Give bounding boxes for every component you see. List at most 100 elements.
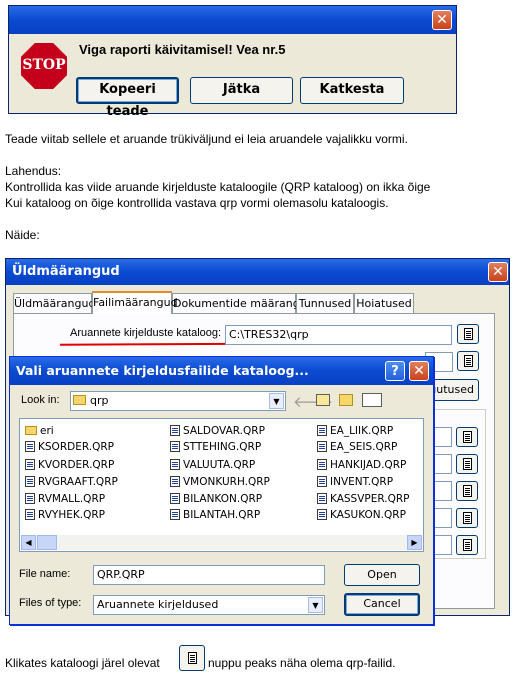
solution-line-1: Kontrollida kas viide aruande kirjeldust…: [5, 180, 431, 194]
continue-button[interactable]: Jätka: [190, 77, 293, 104]
browse-icon: [464, 328, 473, 340]
list-item[interactable]: BILANKON.QRP: [170, 492, 262, 506]
file-icon: [170, 441, 180, 452]
file-icon: [170, 476, 180, 487]
browse-icon: [464, 355, 473, 367]
file-list: eri KSORDER.QRP KVORDER.QRP RVGRAAFT.QRP…: [19, 418, 424, 552]
copy-message-button[interactable]: Kopeeri teade: [76, 77, 179, 119]
file-name: RVGRAAFT.QRP: [38, 476, 118, 488]
error-dialog-titlebar: [9, 6, 456, 34]
views-menu-icon[interactable]: [362, 393, 382, 407]
file-icon: [317, 493, 327, 504]
browse-icon: [463, 485, 472, 497]
tab-warnings[interactable]: Hoiatused: [354, 293, 414, 313]
chevron-down-icon[interactable]: ▼: [269, 393, 284, 409]
list-item[interactable]: EA_LIIK.QRP: [317, 424, 393, 438]
list-item[interactable]: RVMALL.QRP: [25, 492, 105, 506]
list-item[interactable]: KVORDER.QRP: [25, 458, 114, 472]
help-button[interactable]: ?: [385, 361, 405, 381]
error-message: Viga raporti käivitamisel! Vea nr.5: [79, 42, 286, 57]
file-icon: [317, 476, 327, 487]
browse-button-5[interactable]: [456, 481, 478, 501]
list-item[interactable]: HANKIJAD.QRP: [317, 458, 406, 472]
file-name: STTEHING.QRP: [183, 441, 262, 453]
list-item[interactable]: STTEHING.QRP: [170, 440, 261, 454]
list-item[interactable]: eri: [25, 424, 54, 438]
filetype-select[interactable]: Aruannete kirjeldused: [93, 595, 325, 615]
stop-sign-icon: STOP: [21, 43, 67, 89]
qrp-directory-field[interactable]: C:\TRES32\qrp: [225, 325, 452, 345]
tab-attributes[interactable]: Tunnused: [296, 293, 354, 313]
file-name: EA_LIIK.QRP: [330, 425, 394, 437]
file-icon: [317, 509, 327, 520]
browse-button-2[interactable]: [457, 351, 479, 371]
tab-file-settings[interactable]: Failimäärangud: [92, 291, 178, 314]
file-icon: [170, 509, 180, 520]
scroll-thumb[interactable]: [37, 535, 57, 550]
file-name: BILANKON.QRP: [183, 493, 263, 505]
example-heading: Näide:: [5, 228, 40, 242]
qrp-directory-label: Aruannete kirjelduste kataloog:: [70, 327, 222, 339]
browse-icon: [463, 539, 472, 551]
folder-icon: [73, 395, 86, 405]
solution-line-2: Kui kataloog on õige kontrollida vastava…: [5, 196, 389, 210]
error-dialog: ✕ STOP Viga raporti käivitamisel! Vea nr…: [8, 5, 457, 119]
file-icon: [170, 425, 180, 436]
browse-button-7[interactable]: [456, 535, 478, 555]
list-item[interactable]: KASSVPER.QRP: [317, 492, 410, 506]
scroll-right-button[interactable]: ▶: [407, 535, 422, 550]
list-item[interactable]: SALDOVAR.QRP: [170, 424, 265, 438]
horizontal-scrollbar[interactable]: ◀ ▶: [21, 535, 422, 550]
browse-button-6[interactable]: [456, 508, 478, 528]
list-item[interactable]: RVGRAAFT.QRP: [25, 475, 118, 489]
tab-general[interactable]: Üldmäärangud: [13, 293, 95, 313]
list-item[interactable]: BILANTAH.QRP: [170, 508, 260, 522]
file-name: INVENT.QRP: [330, 476, 394, 488]
solution-heading: Lahendus:: [5, 164, 62, 178]
list-item[interactable]: INVENT.QRP: [317, 475, 393, 489]
list-item[interactable]: KASUKON.QRP: [317, 508, 406, 522]
list-item[interactable]: RVYHEK.QRP: [25, 508, 105, 522]
footer-text-before: Klikates kataloogi järel olevat: [5, 656, 160, 670]
file-name: SALDOVAR.QRP: [183, 425, 265, 437]
file-name: KASUKON.QRP: [330, 509, 406, 521]
scroll-left-button[interactable]: ◀: [21, 535, 36, 550]
file-icon: [25, 509, 35, 520]
partial-button[interactable]: gutused: [427, 379, 479, 401]
up-folder-icon[interactable]: [316, 394, 330, 406]
file-icon: [170, 459, 180, 470]
settings-close-button[interactable]: ✕: [488, 262, 508, 282]
file-icon: [25, 476, 35, 487]
file-icon: [25, 459, 35, 470]
browse-icon: [188, 652, 197, 664]
browse-icon: [463, 512, 472, 524]
file-icon: [170, 493, 180, 504]
filename-input[interactable]: QRP.QRP: [93, 565, 325, 585]
browse-icon: [463, 458, 472, 470]
list-item[interactable]: KSORDER.QRP: [25, 440, 114, 454]
close-button[interactable]: ✕: [432, 10, 452, 30]
settings-tabs: Üldmäärangud Failimäärangud Dokumentide …: [13, 291, 493, 314]
lookin-select[interactable]: qrp: [70, 391, 286, 411]
file-name: VALUUTA.QRP: [183, 459, 256, 471]
browse-button-4[interactable]: [456, 454, 478, 474]
new-folder-icon[interactable]: [339, 394, 353, 406]
file-dialog-close-button[interactable]: ✕: [409, 361, 429, 381]
folder-icon: [25, 426, 37, 435]
lookin-value: qrp: [90, 394, 109, 407]
open-button[interactable]: Open: [344, 564, 420, 586]
file-name: EA_SEIS.QRP: [330, 441, 398, 453]
list-item[interactable]: EA_SEIS.QRP: [317, 440, 397, 454]
abort-button[interactable]: Katkesta: [300, 77, 404, 104]
list-item[interactable]: VALUUTA.QRP: [170, 458, 255, 472]
settings-title: Üldmäärangud: [12, 264, 120, 279]
file-name: KSORDER.QRP: [38, 441, 114, 453]
qrp-browse-button[interactable]: [457, 324, 479, 344]
tab-documents[interactable]: Dokumentide määrangud: [172, 293, 314, 313]
chevron-down-icon[interactable]: ▼: [308, 597, 323, 613]
file-dialog-title: Vali aruannete kirjeldusfailide kataloog…: [16, 363, 309, 378]
list-item[interactable]: VMONKURH.QRP: [170, 475, 270, 489]
browse-button-3[interactable]: [456, 427, 478, 447]
description-text: Teade viitab sellele et aruande trükiväl…: [5, 132, 408, 146]
cancel-button[interactable]: Cancel: [344, 593, 420, 616]
